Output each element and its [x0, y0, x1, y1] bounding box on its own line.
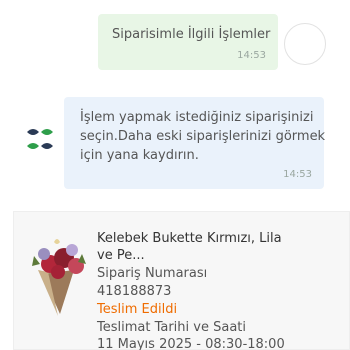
bot-message-line-3: için yana kaydırın. — [80, 148, 199, 163]
delivery-date-label: Teslimat Tarihi ve Saati — [97, 320, 246, 335]
bot-message-line-1: İşlem yapmak istediğiniz siparişinizi — [80, 110, 314, 125]
product-name-line-2: ve Pe... — [97, 248, 145, 263]
order-card[interactable]: Kelebek Bukette Kırmızı, Lila ve Pe... S… — [13, 211, 350, 350]
user-message-bubble: Siparisimle İlgili İşlemler 14:53 — [98, 14, 278, 70]
order-number-value: 418188873 — [97, 284, 172, 299]
brand-logo-icon — [27, 129, 53, 149]
bouquet-image — [32, 239, 86, 316]
bot-message-line-2: seçin.Daha eski siparişlerinizi görmek — [80, 129, 326, 144]
user-message-text: Siparisimle İlgili İşlemler — [112, 27, 271, 42]
bot-message-time: 14:53 — [283, 169, 312, 180]
order-number-label: Sipariş Numarası — [97, 266, 208, 281]
product-name-line-1: Kelebek Bukette Kırmızı, Lila — [97, 231, 282, 246]
order-status-badge: Teslim Edildi — [97, 302, 178, 317]
user-message-time: 14:53 — [237, 50, 266, 61]
bot-message-bubble: İşlem yapmak istediğiniz siparişinizi se… — [64, 97, 326, 189]
delivery-date-value: 11 Mayıs 2025 - 08:30-18:00 — [97, 337, 285, 350]
user-avatar-icon — [284, 23, 326, 65]
chat-screen: Siparisimle İlgili İşlemler 14:53 İşlem … — [0, 0, 350, 350]
